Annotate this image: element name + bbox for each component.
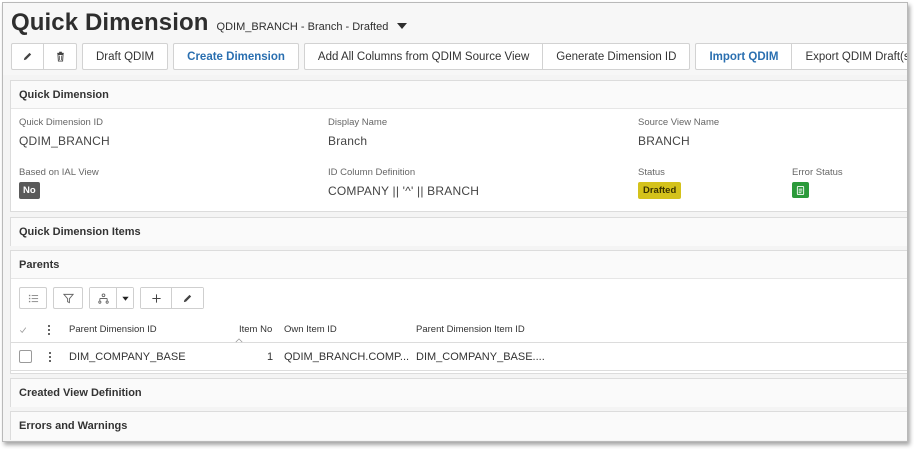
based-on-ial-field: Based on IAL View No [19,167,99,199]
id-column-value: COMPANY || '^' || BRANCH [328,184,480,198]
app-window: Quick Dimension QDIM_BRANCH - Branch - D… [2,2,908,442]
create-group: Create Dimension [173,43,299,70]
display-name-label: Display Name [328,117,388,128]
status-badge: Drafted [638,182,682,199]
add-all-columns-button[interactable]: Add All Columns from QDIM Source View [305,44,544,69]
cell-own-item-id: QDIM_BRANCH.COMP... [284,350,410,363]
pencil-icon[interactable] [12,44,44,69]
page-title: Quick Dimension [11,9,209,36]
select-all-checkmark-icon[interactable] [19,317,27,342]
command-toolbar: Draft QDIM Create Dimension Add All Colu… [11,43,907,70]
table-row[interactable]: DIM_COMPANY_BASE 1 QDIM_BRANCH.COMP... D… [11,343,907,371]
display-name-field: Display Name Branch [328,117,387,148]
edit-delete-group [11,43,77,70]
status-field: Status Drafted [638,167,682,199]
qdim-id-label: Quick Dimension ID [19,117,103,128]
col-parent-dimension-id[interactable]: Parent Dimension ID [69,317,157,342]
column-options-icon[interactable] [48,317,50,342]
chevron-down-icon[interactable] [397,23,408,29]
source-view-field: Source View Name BRANCH [638,117,719,148]
chevron-down-icon[interactable] [116,288,133,308]
plus-icon[interactable] [141,288,171,308]
quick-dimension-items-heading[interactable]: Quick Dimension Items [11,218,907,246]
qdim-id-value: QDIM_BRANCH [19,134,110,148]
create-dimension-button[interactable]: Create Dimension [174,44,298,69]
col-parent-dimension-item-id[interactable]: Parent Dimension Item ID [416,317,525,342]
parents-grid-header: Parent Dimension ID Item No Own Item ID … [11,317,907,343]
generate-dimension-id-button[interactable]: Generate Dimension ID [543,44,689,69]
cell-parent-dimension-id: DIM_COMPANY_BASE [69,350,186,363]
errors-and-warnings-heading[interactable]: Errors and Warnings [11,412,907,440]
quick-dimension-items-panel: Quick Dimension Items [10,217,907,246]
record-selector[interactable]: QDIM_BRANCH - Branch - Drafted [217,21,389,33]
created-view-definition-heading[interactable]: Created View Definition [11,379,907,407]
filter-icon[interactable] [53,287,83,309]
columns-group: Add All Columns from QDIM Source View Ge… [303,43,691,70]
qdim-id-field: Quick Dimension ID QDIM_BRANCH [19,117,110,148]
errors-and-warnings-panel: Errors and Warnings [10,411,907,440]
quick-dimension-panel: Quick Dimension Quick Dimension ID QDIM_… [10,80,907,212]
id-column-field: ID Column Definition COMPANY || '^' || B… [328,167,479,198]
row-actions-group [140,287,204,309]
parents-panel: Parents Parent Dimension ID Item No Own … [10,250,907,374]
col-item-no[interactable]: Item No [239,317,272,342]
list-view-icon[interactable] [19,287,47,309]
quick-dimension-heading[interactable]: Quick Dimension [11,81,907,109]
title-row: Quick Dimension QDIM_BRANCH - Branch - D… [11,9,408,37]
error-status-field: Error Status [792,167,843,198]
import-export-group: Import QDIM Export QDIM Draft(s) [695,43,907,70]
grid-toolbar [19,287,210,309]
group-by-icon[interactable] [90,288,116,308]
page-header: Quick Dimension QDIM_BRANCH - Branch - D… [3,3,907,75]
export-qdim-drafts-button[interactable]: Export QDIM Draft(s) [792,44,907,69]
cell-item-no: 1 [267,350,274,363]
display-name-value: Branch [328,134,368,148]
document-icon [792,182,809,198]
col-own-item-id[interactable]: Own Item ID [284,317,337,342]
parents-heading[interactable]: Parents [11,251,907,279]
row-checkbox[interactable] [19,343,32,370]
status-label: Status [638,167,665,178]
pencil-icon[interactable] [171,288,203,308]
import-qdim-button[interactable]: Import QDIM [696,44,793,69]
error-status-label: Error Status [792,167,843,178]
draft-qdim-button[interactable]: Draft QDIM [83,44,167,69]
group-by-split-button [89,287,134,309]
source-view-value: BRANCH [638,134,690,148]
trash-icon[interactable] [44,44,76,69]
draft-group: Draft QDIM [82,43,169,70]
source-view-label: Source View Name [638,117,720,128]
based-on-ial-label: Based on IAL View [19,167,99,178]
created-view-definition-panel: Created View Definition [10,378,907,407]
id-column-label: ID Column Definition [328,167,416,178]
based-on-ial-badge: No [19,182,40,199]
cell-parent-dimension-item-id: DIM_COMPANY_BASE.... [416,350,545,363]
row-kebab-icon[interactable] [49,343,51,370]
